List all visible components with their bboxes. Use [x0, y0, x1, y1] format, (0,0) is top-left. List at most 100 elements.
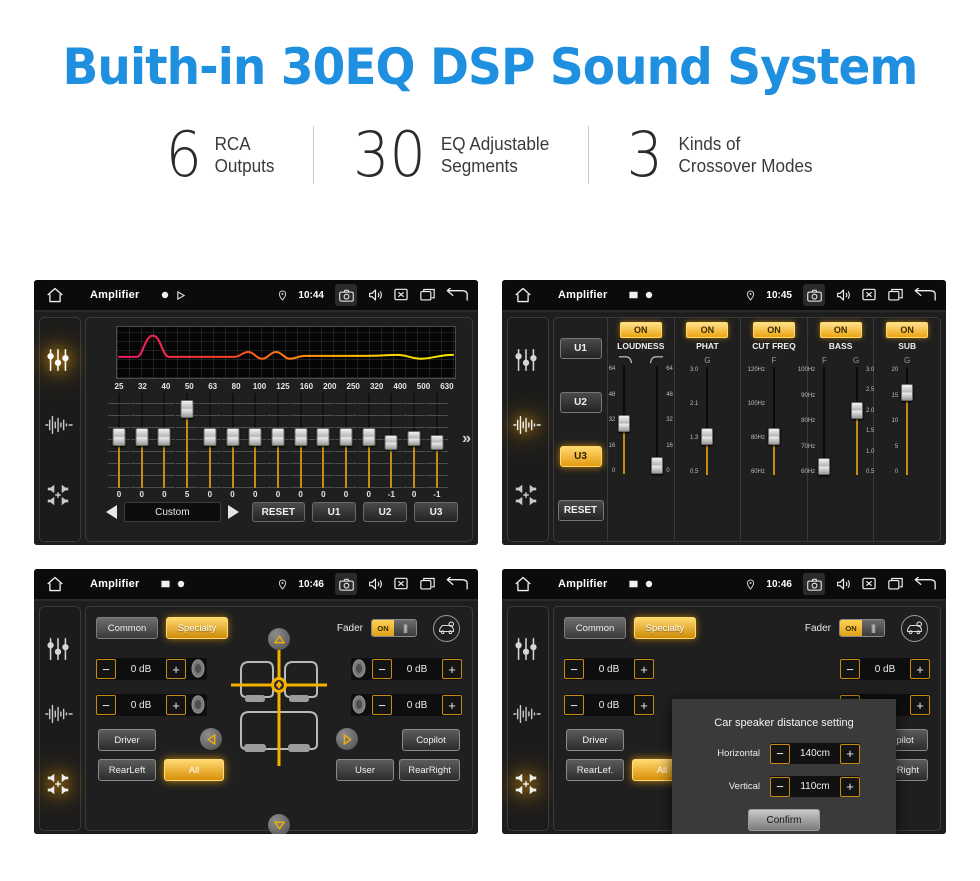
preset-u3-button[interactable]: U3	[559, 445, 602, 467]
recent-apps-icon[interactable]	[420, 288, 435, 303]
preset-prev-button[interactable]	[106, 505, 117, 519]
preset-name[interactable]: Custom	[124, 502, 221, 522]
preset-u2-button[interactable]: U2	[559, 392, 602, 414]
preset-u1-button[interactable]: U1	[559, 338, 602, 360]
plus-button[interactable]: +	[634, 695, 654, 715]
back-icon[interactable]	[446, 573, 468, 592]
eq-band-slider[interactable]: 0	[108, 393, 130, 499]
fader-toggle[interactable]: ON |||	[371, 619, 417, 637]
sub-toggle[interactable]: ON	[886, 322, 929, 338]
confirm-button[interactable]: Confirm	[748, 809, 820, 831]
seat-button-all[interactable]: All	[164, 759, 224, 781]
plus-button[interactable]: +	[634, 659, 654, 679]
recent-apps-icon[interactable]	[888, 288, 903, 303]
minus-button[interactable]: −	[96, 659, 116, 679]
eq-sliders-icon[interactable]	[513, 347, 543, 377]
home-icon[interactable]	[514, 576, 532, 592]
nudge-down-button[interactable]	[268, 814, 290, 834]
seat-button-rearleft[interactable]: RearLef.	[566, 759, 624, 781]
volume-icon[interactable]	[368, 577, 383, 592]
nudge-up-button[interactable]	[268, 628, 290, 650]
eq-band-slider[interactable]: 0	[244, 393, 267, 499]
plus-button[interactable]: +	[910, 695, 930, 715]
plus-button[interactable]: +	[840, 743, 860, 764]
seat-button-user[interactable]: User	[336, 759, 394, 781]
eq-band-slider[interactable]: 0	[198, 393, 221, 499]
camera-icon[interactable]	[803, 284, 825, 306]
seat-button-driver[interactable]: Driver	[566, 729, 624, 751]
seat-button-driver[interactable]: Driver	[98, 729, 156, 751]
camera-icon[interactable]	[335, 573, 357, 595]
minus-button[interactable]: −	[770, 776, 790, 797]
volume-icon[interactable]	[836, 288, 851, 303]
eq-band-slider[interactable]: 0	[403, 393, 426, 499]
plus-button[interactable]: +	[840, 776, 860, 797]
plus-button[interactable]: +	[442, 695, 462, 715]
eq-band-slider[interactable]: 0	[221, 393, 244, 499]
minus-button[interactable]: −	[840, 659, 860, 679]
recent-apps-icon[interactable]	[420, 577, 435, 592]
back-icon[interactable]	[446, 284, 468, 303]
bass-freq-slider[interactable]: 100Hz 90Hz 80Hz 70Hz 60Hz	[798, 367, 841, 541]
mute-box-icon[interactable]	[862, 288, 877, 303]
plus-button[interactable]: +	[166, 695, 186, 715]
eq-band-slider[interactable]: 0	[357, 393, 380, 499]
eq-sliders-icon[interactable]	[45, 347, 75, 377]
eq-band-slider[interactable]: 0	[153, 393, 176, 499]
back-icon[interactable]	[914, 284, 936, 303]
tab-specialty[interactable]: Specialty	[634, 617, 696, 639]
tab-specialty[interactable]: Specialty	[166, 617, 228, 639]
plus-button[interactable]: +	[442, 659, 462, 679]
reset-button[interactable]: RESET	[251, 502, 305, 522]
home-icon[interactable]	[46, 287, 64, 303]
minus-button[interactable]: −	[372, 659, 392, 679]
minus-button[interactable]: −	[564, 695, 584, 715]
waveform-icon[interactable]	[513, 414, 543, 444]
user-preset-u2-button[interactable]: U2	[363, 502, 407, 522]
loudness-slider-left[interactable]: 64 48 32 16 0	[608, 366, 641, 541]
waveform-icon[interactable]	[45, 414, 75, 444]
phat-gain-slider[interactable]: 3.0 2.1 1.3 0.5	[675, 367, 741, 541]
phat-toggle[interactable]: ON	[686, 322, 729, 338]
eq-next-page-icon[interactable]: »	[462, 430, 471, 448]
tab-common[interactable]: Common	[96, 617, 158, 639]
plus-button[interactable]: +	[910, 659, 930, 679]
fader-toggle[interactable]: ON |||	[839, 619, 885, 637]
eq-band-slider[interactable]: 0	[289, 393, 312, 499]
user-preset-u3-button[interactable]: U3	[414, 502, 458, 522]
volume-icon[interactable]	[836, 577, 851, 592]
balance-icon[interactable]	[513, 771, 543, 801]
home-icon[interactable]	[514, 287, 532, 303]
eq-band-slider[interactable]: -1	[425, 393, 448, 499]
reset-button[interactable]: RESET	[557, 499, 604, 521]
plus-button[interactable]: +	[166, 659, 186, 679]
car-seat-diagram[interactable]	[227, 648, 331, 770]
home-icon[interactable]	[46, 576, 64, 592]
seat-button-rearright[interactable]: RearRight	[399, 759, 460, 781]
nudge-right-button[interactable]	[336, 728, 358, 750]
mute-box-icon[interactable]	[394, 288, 409, 303]
bass-toggle[interactable]: ON	[819, 322, 862, 338]
eq-band-slider[interactable]: 0	[335, 393, 358, 499]
minus-button[interactable]: −	[770, 743, 790, 764]
balance-icon[interactable]	[45, 482, 75, 512]
eq-band-slider[interactable]: 5	[176, 393, 199, 499]
bass-gain-slider[interactable]: 3.0 2.5 2.0 1.5 1.0 0.5	[841, 367, 874, 541]
eq-band-slider[interactable]: 0	[130, 393, 153, 499]
mute-box-icon[interactable]	[394, 577, 409, 592]
cutfreq-toggle[interactable]: ON	[752, 322, 795, 338]
eq-band-slider[interactable]: 0	[312, 393, 335, 499]
nudge-left-button[interactable]	[200, 728, 222, 750]
mute-box-icon[interactable]	[862, 577, 877, 592]
car-gear-icon[interactable]	[901, 614, 928, 642]
eq-sliders-icon[interactable]	[45, 636, 75, 666]
user-preset-u1-button[interactable]: U1	[312, 502, 356, 522]
balance-icon[interactable]	[45, 771, 75, 801]
recent-apps-icon[interactable]	[888, 577, 903, 592]
preset-next-button[interactable]	[227, 505, 239, 519]
waveform-icon[interactable]	[45, 703, 75, 733]
camera-icon[interactable]	[803, 573, 825, 595]
volume-icon[interactable]	[368, 288, 383, 303]
eq-sliders-icon[interactable]	[513, 636, 543, 666]
seat-button-copilot[interactable]: Copilot	[402, 729, 460, 751]
